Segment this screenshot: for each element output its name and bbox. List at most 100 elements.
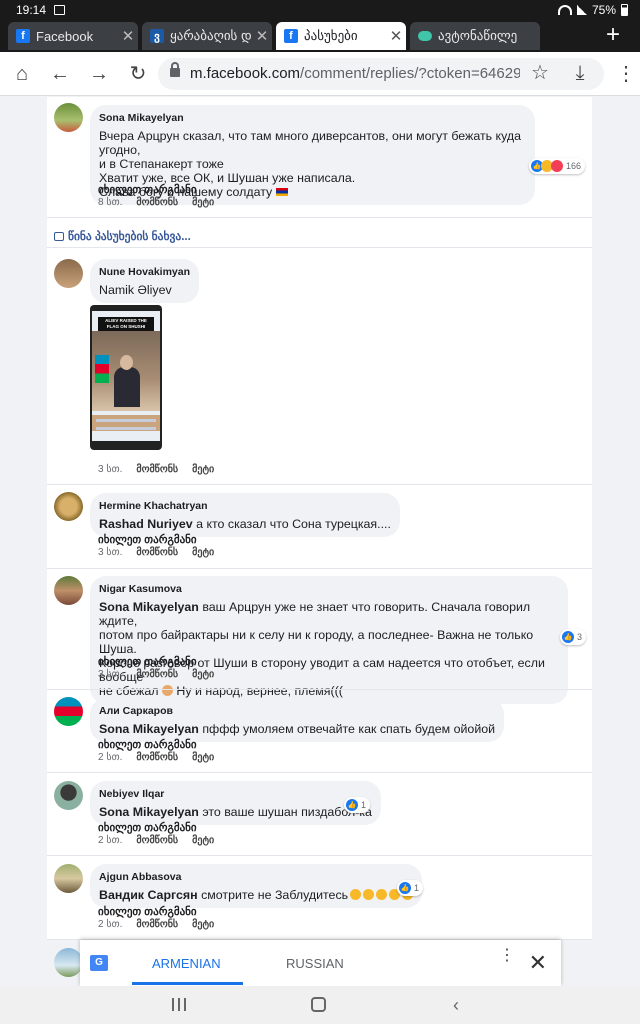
like-button[interactable]: მომწონს xyxy=(136,464,178,475)
like-button[interactable]: მომწონს xyxy=(136,197,178,208)
like-button[interactable]: მომწონს xyxy=(136,919,178,930)
tab-replies[interactable]: f პასუხები ✕ xyxy=(276,22,406,50)
see-translation-link[interactable]: იხილეთ თარგმანი xyxy=(98,821,197,834)
home-button-icon[interactable] xyxy=(311,997,326,1012)
status-bar: 19:14 75% xyxy=(0,0,640,20)
avatar[interactable] xyxy=(54,697,83,726)
forward-icon[interactable]: → xyxy=(87,62,111,86)
more-button[interactable]: მეტი xyxy=(192,464,214,475)
close-tab-icon[interactable]: ✕ xyxy=(252,27,272,45)
comment-author[interactable]: Sona Mikayelyan xyxy=(99,111,526,125)
comment-mention[interactable]: Sona Mikayelyan xyxy=(99,805,199,819)
comment-actions: 2 სთ. მომწონს მეტი xyxy=(98,752,214,763)
comment-author[interactable]: Nigar Kasumova xyxy=(99,582,559,596)
more-button[interactable]: მეტი xyxy=(192,197,214,208)
divider xyxy=(47,689,592,690)
comment-text: а кто сказал что Сона турецкая.... xyxy=(196,517,391,531)
avatar[interactable] xyxy=(54,864,83,893)
like-button[interactable]: მომწონს xyxy=(136,547,178,558)
signal-icon xyxy=(576,5,587,15)
tab-title: პასუხები xyxy=(304,28,358,43)
more-options-icon[interactable]: ⋮ xyxy=(499,948,515,964)
comment-author[interactable]: Nebiyev Ilqar xyxy=(99,787,372,801)
close-tab-icon[interactable]: ✕ xyxy=(118,27,138,45)
see-translation-link[interactable]: იხილეთ თარგმანი xyxy=(98,738,197,751)
comment-mention[interactable]: Вандик Саргсян xyxy=(99,888,198,902)
like-reaction-icon: 👍 xyxy=(346,799,358,811)
bookmark-star-icon[interactable]: ☆ xyxy=(528,61,552,85)
reactions-summary[interactable]: 👍 1 xyxy=(397,880,424,896)
home-icon[interactable]: ⌂ xyxy=(10,62,34,86)
see-translation-link[interactable]: იხილეთ თარგმანი xyxy=(98,183,197,196)
comment-bubble: Ajgun Abbasova Вандик Саргсян смотрите н… xyxy=(90,864,423,908)
comment-actions: 3 სთ. მომწონს მეტი xyxy=(98,669,214,680)
close-icon[interactable]: ✕ xyxy=(529,950,547,976)
comment-mention[interactable]: Sona Mikayelyan xyxy=(99,600,199,614)
see-translation-link[interactable]: იხილეთ თარგმანი xyxy=(98,533,197,546)
google-translate-icon: G xyxy=(90,955,108,971)
source-language-tab[interactable]: ARMENIAN xyxy=(132,956,243,985)
like-reaction-icon: 👍 xyxy=(399,882,411,894)
new-tab-button[interactable]: + xyxy=(606,22,620,48)
back-icon[interactable]: ← xyxy=(48,62,72,86)
comment-mention[interactable]: Sona Mikayelyan xyxy=(99,722,199,736)
back-button-icon[interactable]: ‹ xyxy=(453,995,459,1016)
comment-author[interactable]: Hermine Khachatryan xyxy=(99,499,391,513)
image-caption: ALIEV RAISED THE FLAG ON SHUSHI xyxy=(98,317,154,331)
reactions-summary[interactable]: 👍 1 xyxy=(344,797,371,813)
comment-text: смотрите не Заблудитесь xyxy=(201,888,349,902)
tab-facebook[interactable]: f Facebook ✕ xyxy=(8,22,138,50)
like-button[interactable]: მომწონს xyxy=(136,752,178,763)
comment-author[interactable]: Али Саркаров xyxy=(99,704,495,718)
divider xyxy=(47,217,592,218)
reload-icon[interactable]: ↻ xyxy=(126,62,150,86)
target-language-tab[interactable]: RUSSIAN xyxy=(286,956,344,971)
avatar[interactable] xyxy=(54,948,83,977)
view-previous-replies-link[interactable]: წინა პასუხების ნახვა... xyxy=(54,229,191,243)
close-tab-icon[interactable]: ✕ xyxy=(386,27,406,45)
comment-time: 3 სთ. xyxy=(98,547,123,558)
comment-author[interactable]: Nune Hovakimyan xyxy=(99,265,190,279)
comment-author[interactable]: Ajgun Abbasova xyxy=(99,870,413,884)
url-text[interactable]: m.facebook.com/comment/replies/?ctoken=6… xyxy=(190,65,520,82)
avatar[interactable] xyxy=(54,103,83,132)
comment-icon xyxy=(54,231,64,241)
wifi-icon xyxy=(557,5,572,15)
menu-icon[interactable]: ⋮ xyxy=(614,62,638,86)
more-button[interactable]: მეტი xyxy=(192,669,214,680)
avatar[interactable] xyxy=(54,492,83,521)
more-button[interactable]: მეტი xyxy=(192,835,214,846)
reactions-summary[interactable]: 👍 3 xyxy=(560,629,587,645)
laughing-emoji xyxy=(350,889,362,900)
head-in-image xyxy=(120,355,133,370)
comment-image[interactable]: ALIEV RAISED THE FLAG ON SHUSHI xyxy=(90,305,162,450)
status-time: 19:14 xyxy=(16,3,47,17)
comment-mention[interactable]: Rashad Nuriyev xyxy=(99,517,193,531)
more-button[interactable]: მეტი xyxy=(192,752,214,763)
see-translation-link[interactable]: იხილეთ თარგმანი xyxy=(98,655,197,668)
tab-autoparts[interactable]: ავტონაწილე xyxy=(410,22,540,50)
comment-time: 8 სთ. xyxy=(98,197,123,208)
address-bar[interactable]: m.facebook.com/comment/replies/?ctoken=6… xyxy=(158,58,604,90)
like-button[interactable]: მომწონს xyxy=(136,835,178,846)
more-button[interactable]: მეტი xyxy=(192,919,214,930)
comment-actions: 2 სთ. მომწონს მეტი xyxy=(98,835,214,846)
download-icon[interactable]: ⤓ xyxy=(568,61,592,85)
comment-actions: 3 სთ. მომწონს მეტი xyxy=(98,547,214,558)
more-button[interactable]: მეტი xyxy=(192,547,214,558)
image-photo xyxy=(92,331,160,431)
comment-time: 2 სთ. xyxy=(98,752,123,763)
comment-text: Namik Əliyev xyxy=(99,283,172,297)
image-screen: ALIEV RAISED THE FLAG ON SHUSHI xyxy=(92,311,160,441)
reactions-summary[interactable]: 👍 166 xyxy=(529,158,586,174)
person-in-image xyxy=(114,367,140,407)
image-ui-bar xyxy=(96,419,156,422)
reaction-count: 166 xyxy=(566,161,582,171)
see-translation-link[interactable]: იხილეთ თარგმანი xyxy=(98,905,197,918)
avatar[interactable] xyxy=(54,259,83,288)
like-button[interactable]: მომწონს xyxy=(136,669,178,680)
recent-apps-icon[interactable] xyxy=(172,998,186,1011)
tab-karabakh[interactable]: ვ ყარაბაღის დ ✕ xyxy=(142,22,272,50)
avatar[interactable] xyxy=(54,781,83,810)
avatar[interactable] xyxy=(54,576,83,605)
